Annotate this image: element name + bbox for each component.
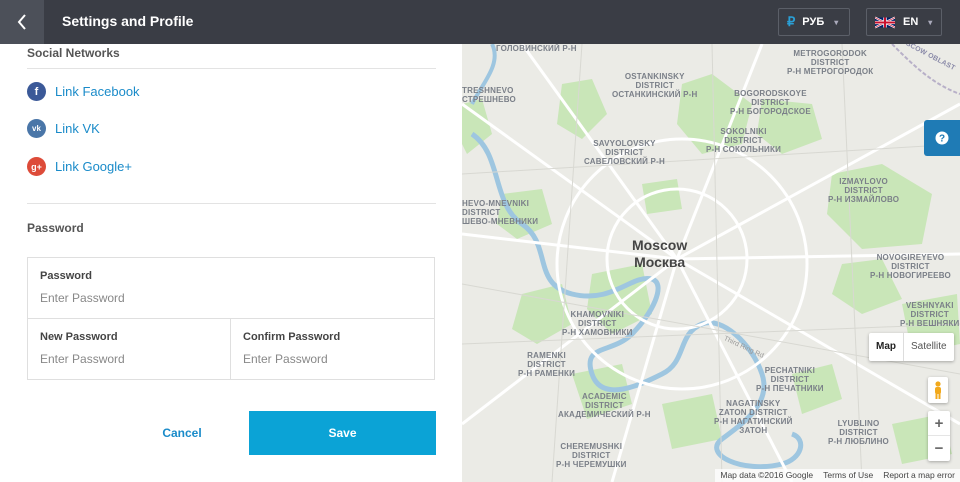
city-name-ru: Москва (634, 254, 686, 270)
map-district-label: VESHNYAKI DISTRICT Р-Н ВЕШНЯКИ (900, 301, 960, 328)
map-district-label: RAMENKI DISTRICT Р-Н РАМЕНКИ (518, 351, 576, 378)
current-password-label: Password (40, 270, 92, 282)
password-heading: Password (27, 221, 84, 235)
current-password-input[interactable] (40, 288, 420, 308)
confirm-password-input[interactable] (243, 349, 423, 369)
page-title: Settings and Profile (62, 13, 194, 29)
link-facebook-label: Link Facebook (55, 84, 140, 99)
terms-link[interactable]: Terms of Use (818, 469, 878, 482)
map-district-label: ACADEMIC DISTRICT АКАДЕМИЧЕСКИЙ Р-Н (558, 392, 651, 419)
map-district-label: HEVO-MNEVNIKI DISTRICT ШЕВО-МНЕВНИКИ (462, 199, 539, 226)
map-district-label: SOKOLNIKI DISTRICT Р-Н СОКОЛЬНИКИ (706, 127, 782, 154)
map-district-label: ГОЛОВИНСКИЙ Р-Н (496, 44, 577, 53)
confirm-password-label: Confirm Password (243, 331, 341, 343)
map-district-label: NAGATINSKY ZATON DISTRICT Р-Н НАГАТИНСКИЙ З… (714, 399, 793, 435)
language-label: EN (903, 16, 919, 28)
map-district-label: NOVOGIREYEVO DISTRICT Р-Н НОВОГИРЕЕВО (870, 253, 951, 280)
map-district-label: BOGORODSKOYE DISTRICT Р-Н БОГОРОДСКОЕ (730, 89, 811, 116)
confirm-password-cell: Confirm Password (231, 319, 434, 379)
new-password-cell: New Password (28, 319, 231, 379)
current-password-cell: Password (28, 258, 434, 319)
map-district-label: PECHATNIKI DISTRICT Р-Н ПЕЧАТНИКИ (756, 366, 824, 393)
link-google[interactable]: g+ Link Google+ (27, 157, 132, 176)
map-attribution: Map data ©2016 Google Terms of Use Repor… (715, 469, 960, 482)
vk-icon: vk (27, 119, 46, 138)
zoom-control: + − (928, 411, 950, 461)
street-view-pegman-icon (935, 381, 941, 399)
new-password-input[interactable] (40, 349, 220, 369)
map-district-label: CHEREMUSHKI DISTRICT Р-Н ЧЕРЕМУШКИ (556, 442, 627, 469)
map-district-label: KHAMOVNIKI DISTRICT Р-Н ХАМОВНИКИ (562, 310, 633, 337)
top-bar: Settings and Profile ₽ РУБ ▾ EN ▾ (0, 0, 960, 44)
map-view[interactable]: ГОЛОВИНСКИЙ Р-Н OSTANKINSKY DISTRICT ОСТАН… (462, 44, 960, 482)
uk-flag-icon (875, 16, 895, 28)
language-dropdown[interactable]: EN ▾ (866, 8, 942, 36)
link-google-label: Link Google+ (55, 159, 132, 174)
map-district-label: LYUBLINO DISTRICT Р-Н ЛЮБЛИНО (828, 419, 889, 446)
save-button[interactable]: Save (249, 411, 436, 455)
divider (27, 68, 436, 69)
map-district-label: TRESHNEVO СТРЕШНЕВО (462, 86, 516, 104)
city-label: Moscow Москва (632, 237, 687, 271)
back-button[interactable] (0, 0, 44, 44)
facebook-icon: f (27, 82, 46, 101)
link-facebook[interactable]: f Link Facebook (27, 82, 140, 101)
currency-label: РУБ (802, 16, 825, 28)
map-district-label: OSTANKINSKY DISTRICT ОСТАНКИНСКИЙ Р-Н (612, 72, 698, 99)
map-district-label: SAVYOLOVSKY DISTRICT САВЕЛОВСКИЙ Р-Н (584, 139, 665, 166)
help-button[interactable]: ? (924, 120, 960, 156)
map-type-satellite-button[interactable]: Satellite (903, 333, 954, 361)
map-district-label: METROGORODOK DISTRICT Р-Н МЕТРОГОРОДОК (787, 49, 874, 76)
google-plus-icon: g+ (27, 157, 46, 176)
map-type-map-button[interactable]: Map (869, 333, 903, 361)
ruble-icon: ₽ (787, 14, 796, 29)
divider (27, 203, 436, 204)
map-type-control: Map Satellite (869, 333, 954, 361)
report-error-link[interactable]: Report a map error (878, 469, 960, 482)
cancel-button[interactable]: Cancel (132, 411, 232, 455)
zoom-in-button[interactable]: + (928, 411, 950, 436)
pegman-button[interactable] (928, 377, 948, 403)
svg-text:?: ? (939, 134, 945, 145)
link-vk[interactable]: vk Link VK (27, 119, 100, 138)
chevron-down-icon: ▾ (928, 17, 933, 27)
map-district-label: IZMAYLOVO DISTRICT Р-Н ИЗМАЙЛОВО (828, 177, 900, 204)
chevron-left-icon (17, 14, 26, 30)
city-name-en: Moscow (632, 237, 688, 253)
link-vk-label: Link VK (55, 121, 100, 136)
zoom-out-button[interactable]: − (928, 436, 950, 461)
currency-dropdown[interactable]: ₽ РУБ ▾ (778, 8, 850, 36)
map-data-credit: Map data ©2016 Google (720, 470, 814, 480)
new-password-label: New Password (40, 331, 118, 343)
social-networks-heading: Social Networks (27, 46, 120, 60)
chevron-down-icon: ▾ (834, 17, 839, 27)
question-icon: ? (935, 131, 949, 145)
password-form: Password New Password Confirm Password (27, 257, 435, 380)
settings-panel: Social Networks f Link Facebook vk Link … (0, 44, 462, 482)
